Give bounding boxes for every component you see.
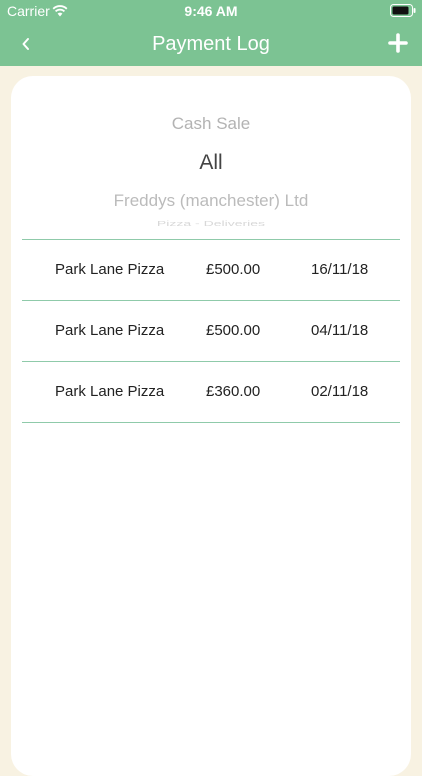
picker-option-freddys[interactable]: Freddys (manchester) Ltd (11, 191, 411, 211)
payment-amount: £500.00 (206, 261, 261, 278)
app-header: Carrier 9:46 AM Payment Log (0, 0, 422, 66)
payment-log-card: Cash Sale All Freddys (manchester) Ltd P… (11, 76, 411, 776)
picker-option-selected[interactable]: All (11, 151, 411, 175)
payment-list: Park Lane Pizza £500.00 16/11/18 Park La… (22, 239, 400, 423)
payment-customer: Park Lane Pizza (55, 383, 165, 400)
navigation-bar: Payment Log (0, 22, 422, 66)
payment-date: 16/11/18 (311, 261, 369, 278)
picker-option-cash-sale[interactable]: Cash Sale (11, 114, 411, 134)
status-bar: Carrier 9:46 AM (0, 0, 422, 22)
filter-picker[interactable]: Cash Sale All Freddys (manchester) Ltd P… (11, 76, 411, 236)
page-title: Payment Log (152, 33, 270, 55)
payment-customer: Park Lane Pizza (55, 261, 165, 278)
clock: 9:46 AM (184, 3, 238, 19)
payment-amount: £500.00 (206, 322, 261, 339)
battery-icon (390, 4, 416, 17)
payment-amount: £360.00 (206, 383, 261, 400)
payment-date: 04/11/18 (311, 322, 369, 339)
payment-row[interactable]: Park Lane Pizza £500.00 16/11/18 (22, 239, 400, 300)
payment-row[interactable]: Park Lane Pizza £500.00 04/11/18 (22, 300, 400, 361)
add-payment-button[interactable] (386, 31, 410, 55)
plus-icon (388, 33, 408, 53)
picker-option-pizza-deliveries[interactable]: Pizza - Deliveries (11, 219, 411, 228)
payment-customer: Park Lane Pizza (55, 322, 165, 339)
payment-date: 02/11/18 (311, 383, 369, 400)
payment-row[interactable]: Park Lane Pizza £360.00 02/11/18 (22, 361, 400, 423)
